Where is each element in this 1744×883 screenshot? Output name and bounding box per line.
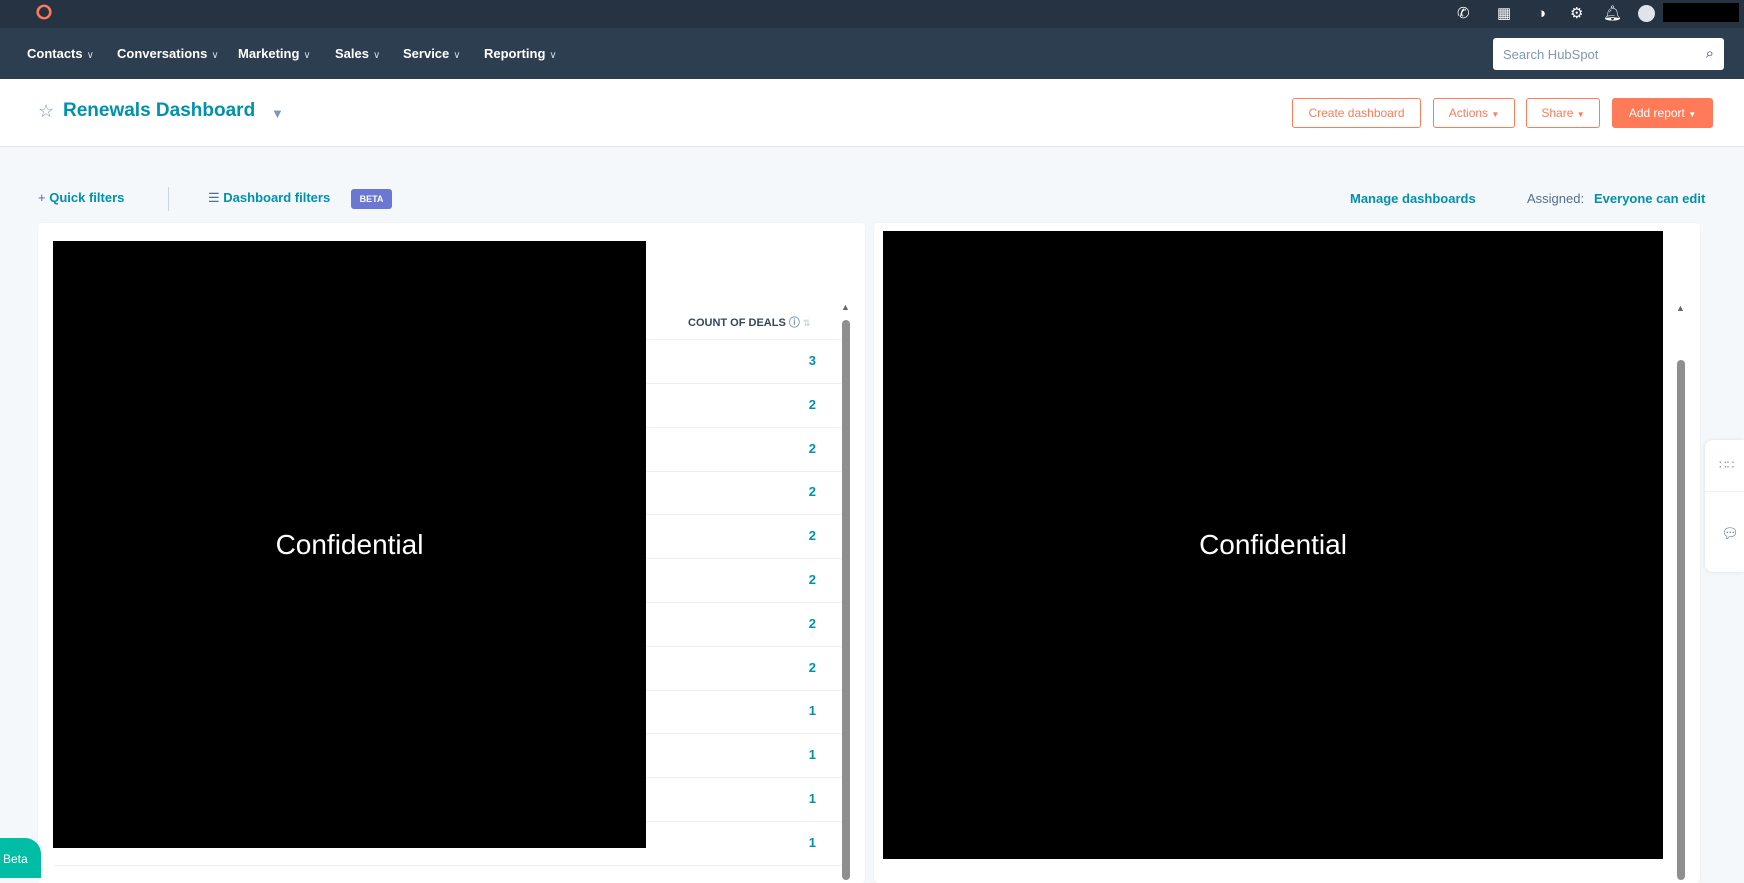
side-widget: ∷∷ 💬︎ <box>1705 440 1744 572</box>
marketplace-icon[interactable]: ▦ <box>1497 5 1511 23</box>
actions-button[interactable]: Actions ▼ <box>1433 98 1515 128</box>
chevron-down-icon: ∨ <box>86 50 94 61</box>
count-of-deals-value[interactable]: 2 <box>809 572 816 587</box>
notifications-icon[interactable]: 🔔︎ <box>1603 5 1622 23</box>
chevron-down-icon: ∨ <box>549 50 557 61</box>
nav-conversations[interactable]: Conversations ∨ <box>117 28 219 79</box>
nav-label: Contacts <box>27 46 83 61</box>
scroll-up-arrow[interactable]: ▲ <box>841 302 850 312</box>
count-of-deals-value[interactable]: 1 <box>809 791 816 806</box>
column-label: COUNT OF DEALS <box>688 317 786 329</box>
dashboard-title[interactable]: Renewals Dashboard <box>63 100 255 122</box>
nav-marketing[interactable]: Marketing ∨ <box>238 28 311 79</box>
quick-filters-label: Quick filters <box>49 190 125 205</box>
nav-contacts[interactable]: Contacts ∨ <box>27 28 94 79</box>
dashboard-filters-label: Dashboard filters <box>223 190 331 205</box>
scrollbar-right[interactable] <box>1677 360 1685 880</box>
redacted-block: Confidential <box>883 231 1663 859</box>
nav-label: Conversations <box>117 46 208 61</box>
grid-dots-icon[interactable]: ∷∷ <box>1719 458 1734 472</box>
nav-label: Reporting <box>484 46 546 61</box>
search-placeholder: Search HubSpot <box>1503 47 1599 62</box>
count-of-deals-value[interactable]: 2 <box>809 660 816 675</box>
assigned-label: Assigned: <box>1527 191 1585 206</box>
count-of-deals-value[interactable]: 2 <box>809 397 816 412</box>
caret-down-icon: ▼ <box>1491 110 1500 119</box>
manage-dashboards-link[interactable]: Manage dashboards <box>1350 191 1476 206</box>
count-of-deals-value[interactable]: 2 <box>809 616 816 631</box>
share-button[interactable]: Share ▼ <box>1526 98 1600 128</box>
dashboard-filters-button[interactable]: ☰ Dashboard filters <box>208 190 330 206</box>
account-name-redacted <box>1663 3 1739 22</box>
count-of-deals-value[interactable]: 1 <box>809 835 816 850</box>
add-report-label: Add report <box>1628 106 1685 120</box>
assigned-value-link[interactable]: Everyone can edit <box>1594 191 1705 206</box>
chat-icon[interactable]: 💬︎ <box>1721 525 1739 542</box>
scroll-up-arrow[interactable]: ▲ <box>1676 303 1685 313</box>
count-of-deals-value[interactable]: 2 <box>809 528 816 543</box>
count-of-deals-value[interactable]: 2 <box>809 441 816 456</box>
calling-icon[interactable]: ✆ <box>1457 5 1470 23</box>
info-icon[interactable]: ⓘ <box>789 317 800 329</box>
settings-icon[interactable]: ⚙ <box>1570 5 1583 23</box>
sliders-icon: ☰ <box>208 190 224 205</box>
redacted-block: Confidential <box>53 241 646 848</box>
chevron-down-icon: ∨ <box>372 50 381 61</box>
count-of-deals-value[interactable]: 3 <box>809 353 816 368</box>
count-of-deals-value[interactable]: 2 <box>809 484 816 499</box>
chevron-down-icon: ∨ <box>211 50 219 61</box>
chevron-down-icon: ∨ <box>453 50 461 61</box>
beta-feedback-button[interactable]: Beta <box>0 838 41 878</box>
create-dashboard-button[interactable]: Create dashboard <box>1292 98 1421 128</box>
nav-service[interactable]: Service ∨ <box>403 28 461 79</box>
divider <box>1705 491 1744 492</box>
count-of-deals-value[interactable]: 1 <box>809 703 816 718</box>
column-header-count-of-deals[interactable]: COUNT OF DEALS ⓘ ⇅ <box>688 314 810 330</box>
nav-label: Service <box>403 46 450 61</box>
actions-label: Actions <box>1448 106 1489 120</box>
main-nav: Contacts ∨ Conversations ∨ Marketing ∨ Sale… <box>0 28 1744 79</box>
caret-down-icon: ▼ <box>1576 110 1585 119</box>
nav-reporting[interactable]: Reporting ∨ <box>484 28 557 79</box>
plus-icon: + <box>38 190 50 205</box>
caret-down-icon: ▼ <box>1688 110 1697 119</box>
sort-icon[interactable]: ⇅ <box>803 318 811 328</box>
divider <box>168 187 169 211</box>
search-input[interactable]: Search HubSpot ⌕ <box>1493 38 1724 70</box>
search-icon[interactable]: ⌕ <box>1706 45 1714 62</box>
share-label: Share <box>1541 106 1574 120</box>
nav-label: Marketing <box>238 46 300 61</box>
beta-badge: BETA <box>351 189 392 209</box>
chevron-down-icon: ∨ <box>303 50 311 61</box>
quick-filters-button[interactable]: + Quick filters <box>38 190 124 205</box>
help-icon[interactable]: ◑ <box>1537 5 1546 23</box>
top-bar: ⭘ ✆ ▦ ◑ ⚙ 🔔︎ <box>0 0 1744 28</box>
favorite-star-icon[interactable]: ☆ <box>38 101 54 122</box>
hubspot-logo[interactable]: ⭘ <box>36 2 52 25</box>
nav-label: Sales <box>335 46 369 61</box>
scrollbar-left[interactable] <box>842 320 850 880</box>
avatar[interactable] <box>1638 5 1655 22</box>
count-of-deals-value[interactable]: 1 <box>809 747 816 762</box>
add-report-button[interactable]: Add report ▼ <box>1612 98 1713 128</box>
title-dropdown-icon[interactable]: ▼ <box>271 106 284 121</box>
nav-sales[interactable]: Sales ∨ <box>335 28 380 79</box>
